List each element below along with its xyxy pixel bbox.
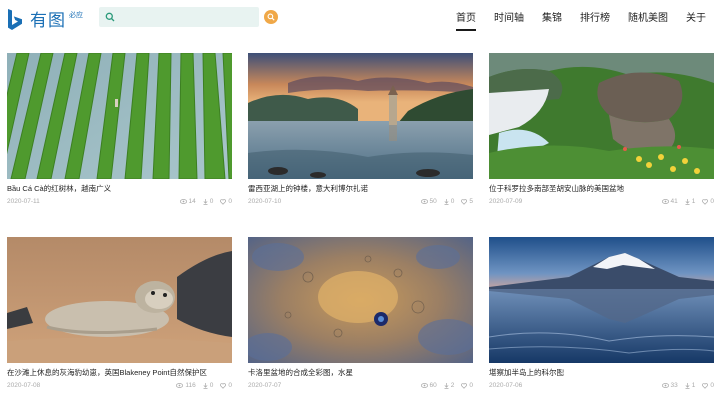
logo-text: 有图 xyxy=(30,11,66,30)
eye-icon xyxy=(420,199,428,204)
photo-caption[interactable]: 在沙滩上休息的灰海豹幼崽，英国Blakeney Point自然保护区 xyxy=(7,368,232,378)
download-count: 0 xyxy=(444,197,454,206)
photo-date: 2020-07-07 xyxy=(248,382,282,389)
photo-caption[interactable]: 卡洛里盆地的合成全彩图，水星 xyxy=(248,368,473,378)
nav-home[interactable]: 首页 xyxy=(456,12,476,31)
download-count: 0 xyxy=(203,197,213,206)
eye-icon xyxy=(661,199,669,204)
search-input[interactable] xyxy=(119,11,249,23)
photo-meta: 2020-07-10 50 0 5 xyxy=(248,197,473,206)
photo-date: 2020-07-06 xyxy=(489,382,523,389)
view-count: 50 xyxy=(420,197,437,206)
photo-date: 2020-07-10 xyxy=(248,198,282,205)
photo-thumbnail[interactable] xyxy=(248,53,473,179)
mangrove-photo xyxy=(7,53,232,179)
photo-date: 2020-07-09 xyxy=(489,198,523,205)
download-icon xyxy=(203,198,208,205)
photo-card[interactable]: Bầu Cá Cà的红树林，越南广义 2020-07-11 14 0 0 xyxy=(7,53,232,206)
photo-thumbnail[interactable] xyxy=(7,53,232,179)
photo-thumbnail[interactable] xyxy=(489,237,714,363)
photo-card[interactable]: 雷西亚湖上的钟楼，意大利博尔扎诺 2020-07-10 50 0 5 xyxy=(248,53,473,206)
mercury-basin-photo xyxy=(248,237,473,363)
eye-icon xyxy=(420,383,428,388)
photo-meta: 2020-07-11 14 0 0 xyxy=(7,197,232,206)
bing-logo-icon xyxy=(8,9,22,30)
download-icon xyxy=(203,382,208,389)
download-count: 1 xyxy=(685,197,695,206)
seal-pup-photo xyxy=(7,237,232,363)
nav-random[interactable]: 随机美图 xyxy=(628,12,668,26)
download-icon xyxy=(685,198,690,205)
photo-thumbnail[interactable] xyxy=(7,237,232,363)
download-count: 0 xyxy=(203,381,213,390)
photo-caption[interactable]: 位于科罗拉多南部圣胡安山脉的美国盆地 xyxy=(489,184,714,194)
like-count[interactable]: 0 xyxy=(702,197,714,206)
download-count: 1 xyxy=(685,381,695,390)
photo-date: 2020-07-11 xyxy=(7,198,40,205)
search-box xyxy=(99,7,259,27)
heart-icon xyxy=(220,382,227,389)
like-count[interactable]: 0 xyxy=(702,381,714,390)
mountain-meadow-photo xyxy=(489,53,714,179)
search-icon xyxy=(267,13,275,21)
download-icon xyxy=(685,382,690,389)
photo-caption[interactable]: 雷西亚湖上的钟楼，意大利博尔扎诺 xyxy=(248,184,473,194)
nav-timeline[interactable]: 时间轴 xyxy=(494,12,524,26)
heart-icon xyxy=(461,198,468,205)
lake-tower-photo xyxy=(248,53,473,179)
photo-card[interactable]: 卡洛里盆地的合成全彩图，水星 2020-07-07 60 2 0 xyxy=(248,237,473,390)
header: 有图 必应 首页 时间轴 集锦 排行榜 随机美图 关于 xyxy=(0,0,720,40)
logo-subtext: 必应 xyxy=(69,12,83,19)
volcano-lake-photo xyxy=(489,237,714,363)
view-count: 60 xyxy=(420,381,437,390)
main-nav: 首页 时间轴 集锦 排行榜 随机美图 关于 xyxy=(438,12,706,31)
heart-icon xyxy=(702,382,709,389)
watermark: 知乎 @ARROW xyxy=(560,365,668,383)
like-count[interactable]: 0 xyxy=(461,381,473,390)
eye-icon xyxy=(179,199,187,204)
heart-icon xyxy=(220,198,227,205)
photo-thumbnail[interactable] xyxy=(248,237,473,363)
download-icon xyxy=(444,198,449,205)
nav-ranking[interactable]: 排行榜 xyxy=(580,12,610,26)
view-count: 14 xyxy=(179,197,196,206)
search-icon xyxy=(105,12,115,22)
like-count[interactable]: 5 xyxy=(461,197,473,206)
like-count[interactable]: 0 xyxy=(220,381,232,390)
photo-thumbnail[interactable] xyxy=(489,53,714,179)
photo-meta: 2020-07-07 60 2 0 xyxy=(248,381,473,390)
download-icon xyxy=(444,382,449,389)
download-count: 2 xyxy=(444,381,454,390)
photo-date: 2020-07-08 xyxy=(7,382,41,389)
photo-caption[interactable]: Bầu Cá Cà的红树林，越南广义 xyxy=(7,184,232,194)
heart-icon xyxy=(461,382,468,389)
photo-card[interactable]: 在沙滩上休息的灰海豹幼崽，英国Blakeney Point自然保护区 2020-… xyxy=(7,237,232,390)
nav-about[interactable]: 关于 xyxy=(686,12,706,26)
photo-card[interactable]: 位于科罗拉多南部圣胡安山脉的美国盆地 2020-07-09 41 1 0 xyxy=(489,53,714,206)
photo-meta: 2020-07-09 41 1 0 xyxy=(489,197,714,206)
heart-icon xyxy=(702,198,709,205)
eye-icon xyxy=(176,383,184,388)
like-count[interactable]: 0 xyxy=(220,197,232,206)
site-logo[interactable]: 有图 必应 xyxy=(6,6,83,32)
view-count: 41 xyxy=(661,197,678,206)
photo-meta: 2020-07-08 116 0 0 xyxy=(7,381,232,390)
nav-collections[interactable]: 集锦 xyxy=(542,12,562,26)
view-count: 116 xyxy=(176,381,196,390)
search-button[interactable] xyxy=(264,10,278,24)
